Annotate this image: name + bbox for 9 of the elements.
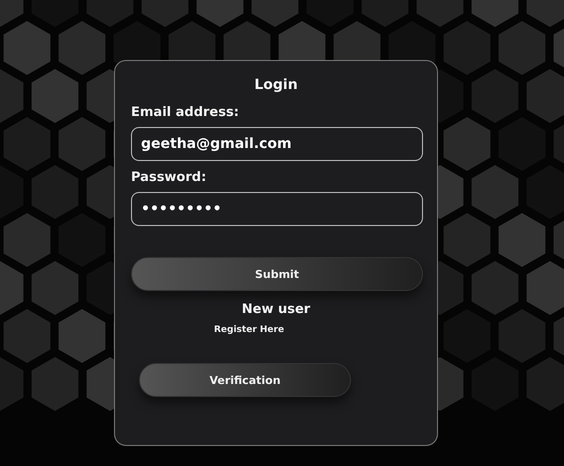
- field-label: Password:: [131, 170, 208, 185]
- input-field[interactable]: geetha@gmail.com: [131, 127, 423, 161]
- register-link[interactable]: Register Here: [214, 325, 284, 335]
- field-label: Email address:: [131, 105, 240, 120]
- verification-button[interactable]: Verification: [139, 363, 351, 397]
- submit-button[interactable]: Submit: [131, 257, 423, 291]
- input-field[interactable]: •••••••••: [131, 192, 423, 226]
- new-user-heading: New user: [240, 302, 312, 317]
- form-title: Login: [253, 77, 299, 93]
